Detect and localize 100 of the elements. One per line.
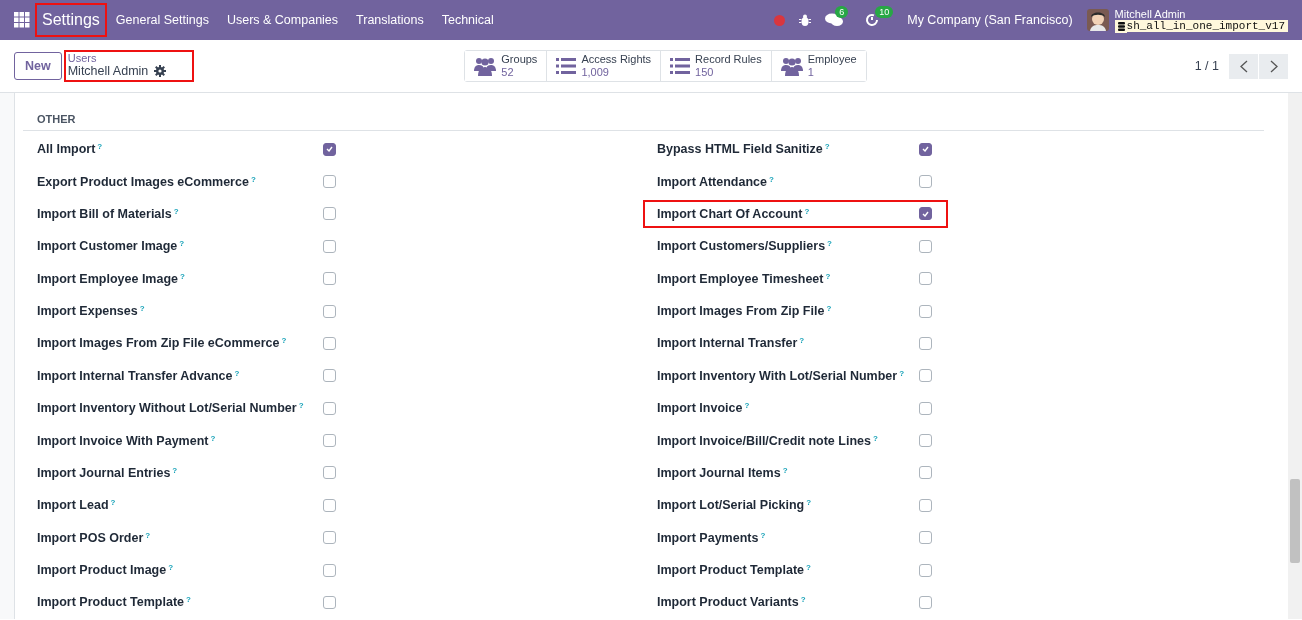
help-tooltip[interactable]: ? bbox=[825, 271, 831, 281]
help-tooltip[interactable]: ? bbox=[768, 174, 774, 184]
company-name[interactable]: My Company (San Francisco) bbox=[907, 13, 1073, 27]
previous-button[interactable] bbox=[1229, 53, 1258, 79]
clock-icon[interactable] bbox=[865, 13, 880, 27]
help-tooltip[interactable]: ? bbox=[145, 530, 151, 540]
menu-item[interactable]: General Settings bbox=[106, 13, 218, 27]
checkbox[interactable] bbox=[919, 239, 932, 253]
gear-icon[interactable] bbox=[154, 65, 167, 77]
help-tooltip[interactable]: ? bbox=[173, 206, 179, 216]
checkbox[interactable] bbox=[323, 207, 336, 221]
check-icon bbox=[326, 146, 333, 153]
setting-label: Import Attendance $^{?}$ bbox=[657, 174, 775, 189]
help-tooltip[interactable]: ? bbox=[872, 433, 878, 443]
help-tooltip[interactable]: ? bbox=[186, 595, 191, 605]
menu-item[interactable]: Translations bbox=[347, 13, 433, 27]
checkbox[interactable] bbox=[323, 336, 336, 350]
checkbox[interactable] bbox=[919, 207, 932, 221]
checkbox[interactable] bbox=[919, 369, 932, 383]
menu-item[interactable]: Technical bbox=[432, 13, 503, 27]
checkbox[interactable] bbox=[919, 595, 932, 609]
checkbox[interactable] bbox=[919, 304, 932, 318]
checkbox[interactable] bbox=[323, 142, 336, 156]
checkbox[interactable] bbox=[919, 401, 932, 415]
setting-label: Import Images From Zip File eCommerce $^{?}$ bbox=[37, 336, 288, 351]
check-icon bbox=[922, 146, 929, 153]
new-button[interactable]: New bbox=[14, 52, 62, 80]
notification-badge: 10 bbox=[875, 6, 894, 18]
help-tooltip[interactable]: ? bbox=[744, 401, 750, 411]
help-tooltip[interactable]: ? bbox=[179, 239, 185, 249]
help-tooltip[interactable]: ? bbox=[782, 465, 788, 475]
checkbox[interactable] bbox=[323, 239, 336, 253]
checkbox[interactable] bbox=[323, 369, 336, 383]
checkbox[interactable] bbox=[323, 466, 336, 480]
help-tooltip[interactable]: ? bbox=[298, 401, 304, 411]
setting-label: Import Journal Items $^{?}$ bbox=[657, 465, 789, 480]
apps-menu-icon[interactable] bbox=[14, 12, 30, 28]
help-tooltip[interactable]: ? bbox=[806, 498, 812, 508]
help-tooltip[interactable]: ? bbox=[760, 530, 766, 540]
chevron-right-icon bbox=[1269, 59, 1278, 73]
help-tooltip[interactable]: ? bbox=[827, 239, 832, 249]
app-title[interactable]: Settings bbox=[35, 3, 107, 37]
checkbox[interactable] bbox=[919, 531, 932, 545]
help-tooltip[interactable]: ? bbox=[210, 433, 216, 443]
menu-item[interactable]: Users & Companies bbox=[217, 13, 348, 27]
help-tooltip[interactable]: ? bbox=[180, 271, 185, 281]
scrollbar[interactable] bbox=[1288, 93, 1302, 619]
checkbox[interactable] bbox=[919, 175, 932, 189]
help-tooltip[interactable]: ? bbox=[824, 142, 830, 152]
setting-label: Import Inventory Without Lot/Serial Number $^{?}$ bbox=[37, 401, 305, 416]
checkbox[interactable] bbox=[323, 434, 336, 448]
setting-label: Import Journal Entries $^{?}$ bbox=[37, 465, 179, 480]
checkbox[interactable] bbox=[323, 272, 336, 286]
checkbox[interactable] bbox=[323, 175, 336, 189]
smart-button[interactable]: Groups 52 bbox=[465, 51, 548, 81]
setting-label: Import Product Template $^{?}$ bbox=[657, 563, 812, 578]
users-icon bbox=[780, 56, 803, 76]
help-tooltip[interactable]: ? bbox=[168, 563, 174, 573]
checkbox[interactable] bbox=[323, 498, 336, 512]
avatar-icon[interactable] bbox=[1086, 9, 1109, 31]
checkbox[interactable] bbox=[919, 498, 932, 512]
checkbox[interactable] bbox=[323, 531, 336, 545]
checkbox[interactable] bbox=[323, 595, 336, 609]
user-name[interactable]: Mitchell Admin bbox=[1114, 7, 1288, 20]
help-tooltip[interactable]: ? bbox=[799, 336, 805, 346]
checkbox[interactable] bbox=[919, 272, 932, 286]
breadcrumb-link[interactable]: Users bbox=[67, 52, 167, 64]
help-tooltip[interactable]: ? bbox=[234, 368, 240, 378]
checkbox[interactable] bbox=[323, 401, 336, 415]
help-tooltip[interactable]: ? bbox=[172, 465, 178, 475]
checkbox[interactable] bbox=[919, 563, 932, 577]
bug-icon[interactable] bbox=[799, 13, 812, 27]
help-tooltip[interactable]: ? bbox=[899, 368, 905, 378]
help-tooltip[interactable]: ? bbox=[281, 336, 287, 346]
checkbox[interactable] bbox=[919, 466, 932, 480]
checkbox[interactable] bbox=[919, 336, 932, 350]
next-button[interactable] bbox=[1259, 53, 1288, 79]
setting-label: Import Employee Timesheet $^{?}$ bbox=[657, 271, 832, 286]
setting-label: Import Payments $^{?}$ bbox=[657, 530, 767, 545]
setting-label: Import Employee Image $^{?}$ bbox=[37, 271, 186, 286]
setting-label: Import Product Template $^{?}$ bbox=[37, 595, 192, 610]
checkbox[interactable] bbox=[919, 434, 932, 448]
section-title: OTHER bbox=[23, 109, 1264, 131]
chevron-left-icon bbox=[1239, 59, 1248, 73]
help-tooltip[interactable]: ? bbox=[110, 498, 116, 508]
help-tooltip[interactable]: ? bbox=[97, 142, 103, 152]
setting-label: Import Internal Transfer Advance $^{?}$ bbox=[37, 368, 241, 383]
help-tooltip[interactable]: ? bbox=[250, 174, 256, 184]
record-title: Mitchell Admin bbox=[67, 64, 149, 78]
help-tooltip[interactable]: ? bbox=[139, 304, 145, 314]
checkbox[interactable] bbox=[919, 142, 932, 156]
help-tooltip[interactable]: ? bbox=[804, 206, 810, 216]
checkbox[interactable] bbox=[323, 304, 336, 318]
help-tooltip[interactable]: ? bbox=[800, 595, 806, 605]
status-dot[interactable] bbox=[774, 14, 786, 26]
setting-label: Import Product Variants $^{?}$ bbox=[657, 595, 807, 610]
notification-badge: 6 bbox=[835, 6, 849, 18]
help-tooltip[interactable]: ? bbox=[826, 304, 832, 314]
help-tooltip[interactable]: ? bbox=[806, 563, 811, 573]
checkbox[interactable] bbox=[323, 563, 336, 577]
